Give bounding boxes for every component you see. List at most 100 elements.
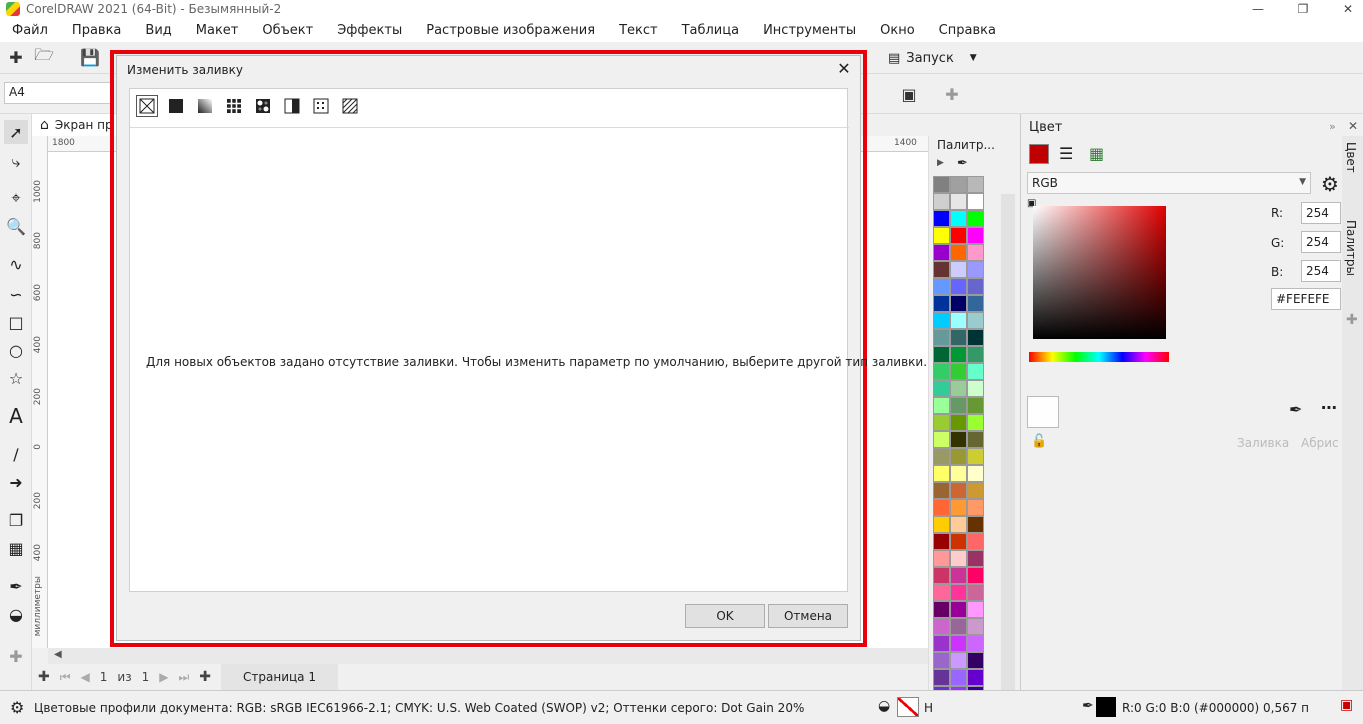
connector-tool-icon[interactable]: ∕ [4,442,28,466]
add-page-icon[interactable]: ✚ [38,669,50,685]
add-docker-icon[interactable]: ✚ [1346,312,1358,328]
color-swatch[interactable] [967,550,984,567]
side-tab-color[interactable]: Цвет [1344,142,1358,173]
color-swatch[interactable] [933,618,950,635]
color-swatch[interactable] [950,414,967,431]
color-swatch[interactable] [950,363,967,380]
no-fill-indicator[interactable] [897,697,919,717]
color-swatch[interactable] [950,380,967,397]
color-swatch[interactable] [933,278,950,295]
side-tab-palettes[interactable]: Палитры [1344,220,1358,276]
color-swatch[interactable] [933,652,950,669]
page-tab-1[interactable]: Страница 1 [221,664,338,690]
launch-button[interactable]: ▤ Запуск ▼ [888,46,977,70]
color-swatch[interactable] [950,193,967,210]
bitmap-pattern-fill-icon[interactable] [252,95,274,117]
postscript-fill-icon[interactable] [339,95,361,117]
menu-tools[interactable]: Инструменты [751,23,868,38]
eyedropper-tool-icon[interactable]: ✒ [4,574,28,598]
color-swatch[interactable] [950,312,967,329]
palette-scrollbar[interactable] [1001,194,1015,694]
tab-welcome-screen[interactable]: ⌂ Экран пр [32,114,122,136]
minimize-icon[interactable]: — [1243,0,1273,18]
g-input[interactable]: 254 [1301,231,1341,253]
color-swatch[interactable] [950,295,967,312]
docker-collapse-icon[interactable]: » [1329,120,1336,133]
menu-text[interactable]: Текст [607,23,670,38]
color-swatch[interactable] [933,261,950,278]
color-swatch[interactable] [967,397,984,414]
color-swatch[interactable] [967,329,984,346]
color-swatch[interactable] [950,329,967,346]
color-swatch[interactable] [967,669,984,686]
fill-tab[interactable]: Заливка [1237,436,1289,450]
b-input[interactable]: 254 [1301,260,1341,282]
uniform-fill-icon[interactable] [165,95,187,117]
color-swatch[interactable] [950,601,967,618]
prev-page-icon[interactable]: ◀ [81,670,90,684]
color-swatch[interactable] [967,244,984,261]
color-swatch[interactable] [967,312,984,329]
color-swatch[interactable] [933,244,950,261]
color-swatch[interactable] [967,380,984,397]
color-swatch[interactable] [950,431,967,448]
add-icon[interactable]: ✚ [942,84,962,104]
transparency-tool-icon[interactable]: ▦ [4,536,28,560]
no-fill-icon[interactable] [136,95,158,117]
two-color-pattern-fill-icon[interactable] [281,95,303,117]
color-swatch[interactable] [950,584,967,601]
color-swatch[interactable] [967,567,984,584]
color-swatch[interactable] [933,312,950,329]
freehand-tool-icon[interactable]: ∿ [4,252,28,276]
color-swatch[interactable] [967,652,984,669]
color-swatch[interactable] [933,431,950,448]
color-swatch[interactable] [967,346,984,363]
interactive-fill-icon[interactable]: ◒ [4,602,28,626]
color-swatch[interactable] [967,516,984,533]
color-swatch[interactable] [933,448,950,465]
add-tool-icon[interactable]: ✚ [4,644,28,668]
color-swatch[interactable] [950,516,967,533]
color-swatch[interactable] [933,363,950,380]
color-swatch[interactable] [967,278,984,295]
color-swatch[interactable] [933,550,950,567]
color-swatch[interactable] [933,397,950,414]
color-swatch[interactable] [933,516,950,533]
color-swatch[interactable] [950,533,967,550]
color-swatch[interactable] [933,295,950,312]
new-document-icon[interactable]: ✚ [6,47,26,67]
menu-edit[interactable]: Правка [60,23,133,38]
crop-tool-icon[interactable]: ⌖ [4,186,28,210]
menu-view[interactable]: Вид [133,23,183,38]
color-swatch[interactable] [967,448,984,465]
color-swatch[interactable] [933,584,950,601]
color-swatch[interactable] [933,329,950,346]
hex-input[interactable]: #FEFEFE [1271,288,1341,310]
color-swatch[interactable] [950,499,967,516]
color-swatch[interactable] [933,533,950,550]
color-swatch[interactable] [933,499,950,516]
first-page-icon[interactable]: ⏮ [60,670,71,685]
outline-color-swatch[interactable] [1096,697,1116,717]
color-swatch[interactable] [950,465,967,482]
frame-select-icon[interactable]: ▣ [899,84,919,104]
unlock-icon[interactable]: 🔓 [1031,434,1047,449]
scroll-left-icon[interactable]: ◀ [54,649,62,660]
color-swatch[interactable] [933,346,950,363]
star-tool-icon[interactable]: ☆ [4,366,28,390]
menu-window[interactable]: Окно [868,23,927,38]
menu-object[interactable]: Объект [250,23,325,38]
zoom-tool-icon[interactable]: 🔍 [4,214,28,238]
texture-fill-icon[interactable] [310,95,332,117]
color-swatch[interactable] [967,227,984,244]
add-page-end-icon[interactable]: ✚ [199,669,211,685]
color-picker-square[interactable] [1033,206,1166,339]
ellipse-tool-icon[interactable]: ○ [4,338,28,362]
color-swatch[interactable] [933,227,950,244]
close-window-icon[interactable]: ✕ [1333,0,1363,18]
restore-icon[interactable]: ❐ [1288,0,1318,18]
color-swatch[interactable] [933,380,950,397]
pick-tool-icon[interactable]: ➚ [4,120,28,144]
color-swatch[interactable] [967,210,984,227]
shape-tool-icon[interactable]: ⤷ [4,150,28,174]
